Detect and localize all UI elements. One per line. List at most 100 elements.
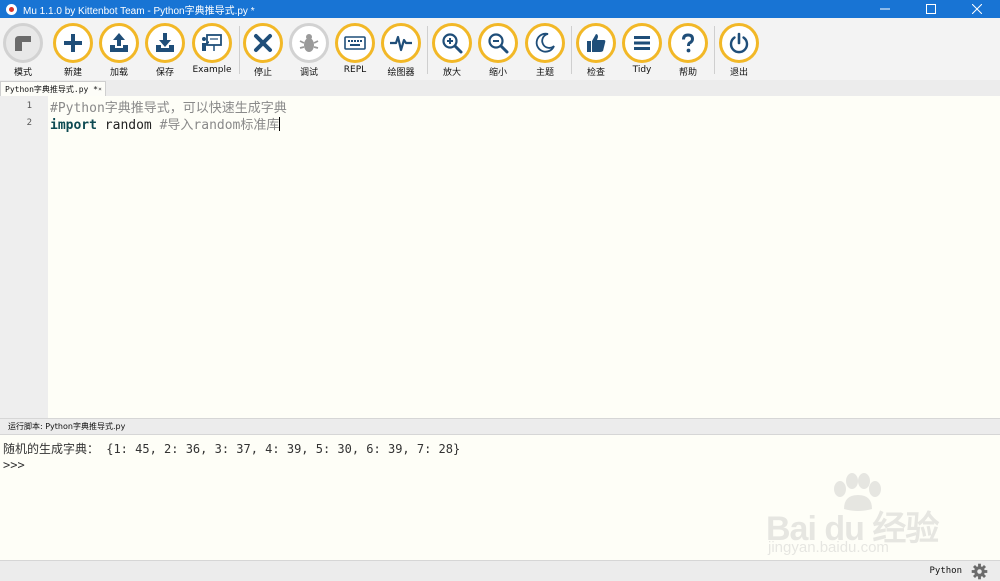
mu-editor-window: Mu 1.1.0 by Kittenbot Team - Python字典推导式…: [0, 0, 1000, 581]
maximize-icon: [926, 4, 936, 14]
stop-label: 停止: [253, 68, 272, 78]
stop-circle: [243, 23, 283, 63]
toolbar-separator: [239, 26, 240, 74]
zoom-in-label: 放大: [442, 68, 461, 78]
plotter-label: 绘图器: [387, 68, 415, 78]
check-label: 检查: [586, 68, 605, 78]
presentation-icon: [202, 34, 222, 51]
zoom-out-icon: [488, 33, 509, 54]
pulse-icon: [390, 35, 412, 52]
upload-icon: [110, 33, 128, 52]
power-icon: [729, 32, 749, 54]
zoom-out-label: 缩小: [488, 68, 507, 78]
lines-icon: [634, 36, 650, 50]
file-tab[interactable]: Python字典推导式.py *: [0, 81, 106, 96]
window-title: Mu 1.1.0 by Kittenbot Team - Python字典推导式…: [23, 5, 255, 17]
text-cursor: [279, 117, 281, 131]
keyboard-icon: [344, 36, 366, 50]
save-button[interactable]: 保存: [143, 23, 187, 79]
minimize-icon: [880, 8, 890, 10]
download-icon: [156, 33, 174, 52]
line-number: 1: [26, 101, 32, 111]
tidy-label: Tidy: [632, 65, 652, 75]
load-circle: [99, 23, 139, 63]
code-identifier: random: [96, 118, 160, 133]
quit-label: 退出: [729, 68, 748, 78]
plotter-circle: [381, 23, 421, 63]
theme-circle: [525, 23, 565, 63]
repl-label: REPL: [343, 65, 367, 75]
code-line-2[interactable]: import random #导入random标准库: [50, 114, 281, 133]
mode-indicator[interactable]: Python: [929, 566, 962, 576]
help-circle: [668, 23, 708, 63]
toolbar-separator: [714, 26, 715, 74]
close-window-button[interactable]: [954, 0, 1000, 18]
tidy-circle: [622, 23, 662, 63]
line-number-gutter: 1 2: [0, 96, 48, 418]
output-text: 随机的生成字典： {1: 45, 2: 36, 3: 37, 4: 39, 5:…: [3, 442, 461, 456]
repl-circle: [335, 23, 375, 63]
save-circle: [145, 23, 185, 63]
plotter-button[interactable]: 绘图器: [379, 23, 423, 79]
check-circle: [576, 23, 616, 63]
code-comment: #导入random标准库: [159, 118, 280, 133]
question-icon: [682, 33, 695, 53]
toolbar-separator: [427, 26, 428, 74]
debug-button[interactable]: 调试: [287, 23, 331, 79]
close-x-icon: [254, 34, 272, 52]
repl-prompt[interactable]: >>>: [3, 458, 25, 472]
file-tab-bar: Python字典推导式.py *: [0, 80, 1000, 96]
example-label: Example: [192, 65, 232, 75]
moon-icon: [535, 32, 555, 53]
zoom-in-icon: [442, 33, 463, 54]
mode-label: 模式: [13, 68, 32, 78]
help-button[interactable]: 帮助: [666, 23, 710, 79]
zoom-in-button[interactable]: 放大: [430, 23, 474, 79]
gear-icon[interactable]: [971, 563, 988, 580]
new-button[interactable]: 新建: [51, 23, 95, 79]
help-label: 帮助: [678, 68, 697, 78]
file-tab-label: Python字典推导式.py *: [5, 84, 98, 94]
tab-close-icon[interactable]: [98, 84, 102, 94]
main-toolbar: 模式 新建 加载 保存 Example 停止 调试 REPL 绘图器 放大 缩小…: [0, 18, 1000, 80]
code-editor[interactable]: 1 2 #Python字典推导式，可以快速生成字典 import random …: [0, 96, 1000, 418]
new-label: 新建: [63, 68, 82, 78]
zoom-out-button[interactable]: 缩小: [476, 23, 520, 79]
check-button[interactable]: 检查: [574, 23, 618, 79]
tidy-button[interactable]: Tidy: [620, 23, 664, 79]
watermark-site: jingyan.baidu.com: [768, 539, 889, 556]
load-button[interactable]: 加载: [97, 23, 141, 79]
bug-icon: [299, 34, 319, 52]
minimize-button[interactable]: [862, 0, 908, 18]
load-label: 加载: [109, 68, 128, 78]
thumbs-up-icon: [587, 34, 606, 52]
output-pane[interactable]: 随机的生成字典： {1: 45, 2: 36, 3: 37, 4: 39, 5:…: [0, 434, 1000, 560]
quit-circle: [719, 23, 759, 63]
example-button[interactable]: Example: [190, 23, 234, 79]
toolbar-separator: [571, 26, 572, 74]
stop-button[interactable]: 停止: [241, 23, 285, 79]
baidu-watermark: Bai du 经验 jingyan.baidu.com: [762, 471, 962, 561]
plus-icon: [64, 34, 82, 52]
repl-button[interactable]: REPL: [333, 23, 377, 79]
status-bar: Python: [0, 560, 1000, 581]
quit-button[interactable]: 退出: [717, 23, 761, 79]
example-circle: [192, 23, 232, 63]
mode-icon: [15, 36, 31, 51]
debug-circle: [289, 23, 329, 63]
new-circle: [53, 23, 93, 63]
mode-circle: [3, 23, 43, 63]
debug-label: 调试: [299, 68, 318, 78]
code-keyword: import: [50, 118, 97, 133]
zoom-in-circle: [432, 23, 472, 63]
close-icon: [972, 4, 982, 14]
mode-button[interactable]: 模式: [1, 23, 45, 79]
maximize-button[interactable]: [908, 0, 954, 18]
theme-button[interactable]: 主题: [523, 23, 567, 79]
line-number: 2: [26, 118, 32, 128]
mu-app-icon: [6, 3, 17, 15]
run-pane-header: 运行脚本: Python字典推导式.py: [0, 418, 1000, 434]
theme-label: 主题: [535, 68, 554, 78]
zoom-out-circle: [478, 23, 518, 63]
save-label: 保存: [155, 68, 174, 78]
